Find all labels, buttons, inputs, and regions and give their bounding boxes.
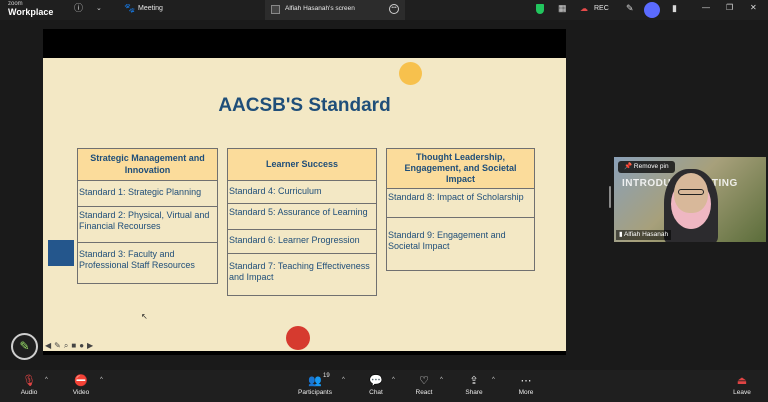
chat-options-chevron-icon[interactable]: ^ xyxy=(392,377,395,383)
leave-button[interactable]: ⏏ Leave xyxy=(728,374,756,396)
standard-item: Standard 4: Curriculum xyxy=(228,181,376,204)
column-learner-success: Learner Success Standard 4: Curriculum S… xyxy=(227,148,377,296)
share-screen-icon: ⇪ xyxy=(469,375,479,387)
standard-item: Standard 2: Physical, Virtual and Financ… xyxy=(78,207,217,243)
zoom-logo: zoom Workplace xyxy=(8,1,53,17)
column-header: Learner Success xyxy=(228,149,376,181)
paw-icon: 🐾 xyxy=(124,3,136,13)
top-bar: zoom Workplace ⓘ ⌄ 🐾 Meeting Alfiah Hasa… xyxy=(0,0,768,20)
cloud-record-icon[interactable]: ☁ xyxy=(580,4,588,13)
audio-label: Audio xyxy=(20,389,38,396)
arrow-left-icon[interactable]: ◀ xyxy=(45,341,51,351)
audio-options-chevron-icon[interactable]: ^ xyxy=(45,377,48,383)
glasses-shape xyxy=(678,189,704,195)
wand-icon[interactable]: ✎ xyxy=(626,4,634,13)
panel-resize-handle[interactable] xyxy=(609,186,611,208)
annotation-tools: ◀ ✎ ⌕ ■ ● ▶ xyxy=(45,341,93,351)
more-label: More xyxy=(518,389,534,396)
share-label: Share xyxy=(465,389,483,396)
participants-count: 19 xyxy=(323,373,330,379)
slide-title: AACSB'S Standard xyxy=(218,95,391,116)
more-icon[interactable]: ● xyxy=(79,341,84,351)
share-button[interactable]: ⇪ Share xyxy=(460,374,488,396)
remove-pin-label: Remove pin xyxy=(633,163,669,170)
chevron-down-icon[interactable]: ⌄ xyxy=(96,5,102,12)
standard-item: Standard 6: Learner Progression xyxy=(228,230,376,254)
standard-item: Standard 9: Engagement and Societal Impa… xyxy=(388,230,506,252)
encryption-shield-icon[interactable] xyxy=(536,4,544,14)
info-icon[interactable]: ⓘ xyxy=(74,4,83,13)
video-label: Video xyxy=(72,389,90,396)
screen-share-tab[interactable]: Alfiah Hasanah's screen ••• xyxy=(265,0,405,20)
standard-item: Standard 7: Teaching Effectiveness and I… xyxy=(229,261,370,283)
view-icon[interactable]: ▦ xyxy=(558,4,567,13)
minimize-icon[interactable]: — xyxy=(702,3,710,12)
react-label: React xyxy=(415,389,433,396)
standard-item: Standard 8: Impact of Scholarship xyxy=(387,189,534,218)
video-button[interactable]: ⛔ Video xyxy=(66,374,96,396)
standard-item: Standard 5: Assurance of Learning xyxy=(228,204,376,230)
slide: AACSB'S Standard Strategic Management an… xyxy=(43,58,566,351)
leave-label: Leave xyxy=(733,389,751,396)
bookmark-icon[interactable]: ▮ xyxy=(672,4,677,13)
meeting-toolbar: 🎙 Audio ^ ⛔ Video ^ 👥 Participants 19 ^ … xyxy=(0,370,768,402)
participants-options-chevron-icon[interactable]: ^ xyxy=(342,377,345,383)
close-icon[interactable]: ✕ xyxy=(750,3,757,12)
react-heart-icon: ♡ xyxy=(419,375,429,387)
more-options-icon[interactable]: ••• xyxy=(389,4,399,14)
standard-item: Standard 3: Faculty and Professional Sta… xyxy=(79,249,195,271)
red-circle-decoration xyxy=(286,326,310,350)
rec-label: REC xyxy=(594,5,609,12)
column-header: Strategic Management and Innovation xyxy=(78,149,217,181)
brand-big: Workplace xyxy=(8,7,54,17)
more-button[interactable]: ⋯ More xyxy=(512,374,540,396)
mouse-cursor-icon: ↖ xyxy=(141,312,148,321)
participant-name-label: Alfiah Hasanah xyxy=(624,231,669,238)
search-icon[interactable]: ⌕ xyxy=(64,341,68,351)
blue-square-decoration xyxy=(48,240,74,266)
camera-icon[interactable]: ■ xyxy=(71,341,76,351)
standard-item: Standard 1: Strategic Planning xyxy=(78,181,217,207)
zoom-window: zoom Workplace ⓘ ⌄ 🐾 Meeting Alfiah Hasa… xyxy=(0,0,768,402)
share-options-chevron-icon[interactable]: ^ xyxy=(492,377,495,383)
participant-name: ▮ Alfiah Hasanah xyxy=(616,230,672,240)
participant-video-tile[interactable]: INTRODUCT MEETING 📌 Remove pin ▮ Alfiah … xyxy=(614,157,766,242)
audio-button[interactable]: 🎙 Audio xyxy=(14,374,44,396)
remove-pin-button[interactable]: 📌 Remove pin xyxy=(618,161,675,173)
screen-thumb-icon xyxy=(271,5,280,14)
react-button[interactable]: ♡ React xyxy=(410,374,438,396)
meeting-label: Meeting xyxy=(138,5,163,12)
restore-icon[interactable]: ❐ xyxy=(726,3,733,12)
yellow-circle-decoration xyxy=(399,62,422,85)
pen-icon[interactable]: ✎ xyxy=(54,341,61,351)
react-options-chevron-icon[interactable]: ^ xyxy=(440,377,443,383)
participants-label: Participants xyxy=(298,389,332,396)
ai-companion-avatar[interactable] xyxy=(644,2,660,18)
more-dots-icon: ⋯ xyxy=(520,375,532,387)
column-strategic-management: Strategic Management and Innovation Stan… xyxy=(77,148,218,284)
column-header: Thought Leadership, Engagement, and Soci… xyxy=(387,149,534,189)
chat-icon: 💬 xyxy=(369,375,383,387)
video-options-chevron-icon[interactable]: ^ xyxy=(100,377,103,383)
chat-button[interactable]: 💬 Chat xyxy=(362,374,390,396)
column-thought-leadership: Thought Leadership, Engagement, and Soci… xyxy=(386,148,535,271)
arrow-right-icon[interactable]: ▶ xyxy=(87,341,93,351)
leave-icon: ⏏ xyxy=(736,375,748,387)
chat-label: Chat xyxy=(369,389,383,396)
screen-tab-label: Alfiah Hasanah's screen xyxy=(285,5,355,12)
annotate-pen-button[interactable]: ✎ xyxy=(11,333,38,360)
mic-muted-icon: 🎙 xyxy=(22,375,36,387)
video-off-icon: ⛔ xyxy=(74,375,88,387)
